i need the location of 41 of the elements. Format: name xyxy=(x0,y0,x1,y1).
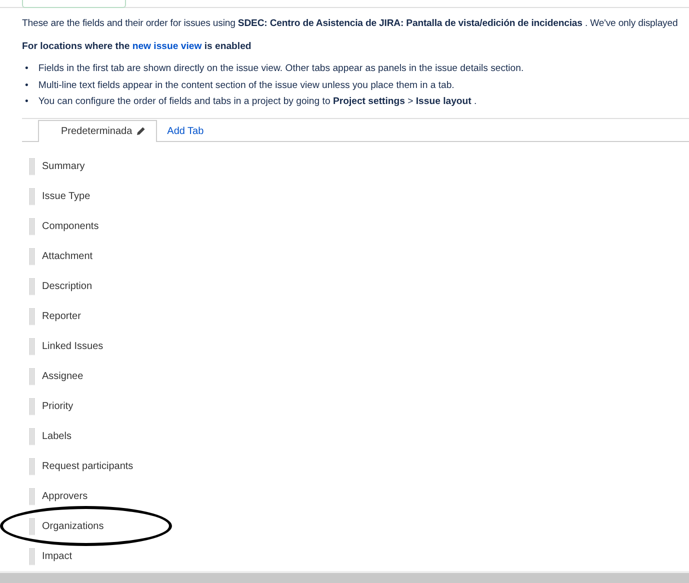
field-name[interactable]: Impact xyxy=(42,551,72,562)
drag-handle-icon[interactable] xyxy=(29,218,35,235)
drag-handle-icon[interactable] xyxy=(29,428,35,445)
field-name[interactable]: Request participants xyxy=(42,461,134,472)
drag-handle-icon[interactable] xyxy=(29,548,35,565)
field-name[interactable]: Description xyxy=(42,281,92,292)
pencil-icon[interactable] xyxy=(136,126,146,136)
bullet-text: Multi-line text fields appear in the content section of the issue view unless you place them in a tab. xyxy=(38,78,454,92)
drag-handle-icon[interactable] xyxy=(29,158,35,175)
add-tab-link[interactable]: Add Tab xyxy=(167,122,204,137)
bullet-text: Fields in the first tab are shown directly on the issue view. Other tabs appear as panels in the issue details section. xyxy=(38,62,524,76)
bullet-marker: • xyxy=(25,78,28,92)
tab[interactable]: Predeterminada xyxy=(38,120,158,142)
field-name[interactable]: Attachment xyxy=(42,251,93,262)
drag-handle-icon[interactable] xyxy=(29,308,35,325)
section-heading: For locations where the new issue view is enabled xyxy=(22,41,252,53)
bullet-text: You can configure the order of fields and tabs in a project by going to Project settings > Issue layout . xyxy=(38,95,477,109)
drag-handle-icon[interactable] xyxy=(29,188,35,205)
field-name[interactable]: Approvers xyxy=(42,491,88,502)
bullet-marker: • xyxy=(25,95,28,109)
field-name[interactable]: Assignee xyxy=(42,371,84,382)
drag-handle-icon[interactable] xyxy=(29,368,35,385)
drag-handle-icon[interactable] xyxy=(29,398,35,415)
drag-handle-icon[interactable] xyxy=(29,488,35,505)
drag-handle-icon[interactable] xyxy=(29,518,35,535)
field-name[interactable]: Organizations xyxy=(42,521,104,532)
bullet-marker: • xyxy=(25,62,28,76)
field-name[interactable]: Labels xyxy=(42,431,72,442)
field-name[interactable]: Priority xyxy=(42,401,74,412)
new-issue-view-link[interactable]: new issue view xyxy=(132,41,202,52)
drag-handle-icon[interactable] xyxy=(29,338,35,355)
field-name[interactable]: Reporter xyxy=(42,311,81,322)
horizontal-scrollbar[interactable] xyxy=(0,571,689,583)
drag-handle-icon[interactable] xyxy=(29,248,35,265)
drag-handle-icon[interactable] xyxy=(29,278,35,295)
field-name[interactable]: Summary xyxy=(42,161,85,172)
field-name[interactable]: Issue Type xyxy=(42,191,90,202)
drag-handle-icon[interactable] xyxy=(29,458,35,475)
field-name[interactable]: Linked Issues xyxy=(42,341,104,352)
field-name[interactable]: Components xyxy=(42,221,99,232)
intro-text: These are the fields and their order for issues using SDEC: Centro de Asistencia de JIRA: Pantalla de vista/edición de incidencias . We've only displayed xyxy=(22,18,679,30)
